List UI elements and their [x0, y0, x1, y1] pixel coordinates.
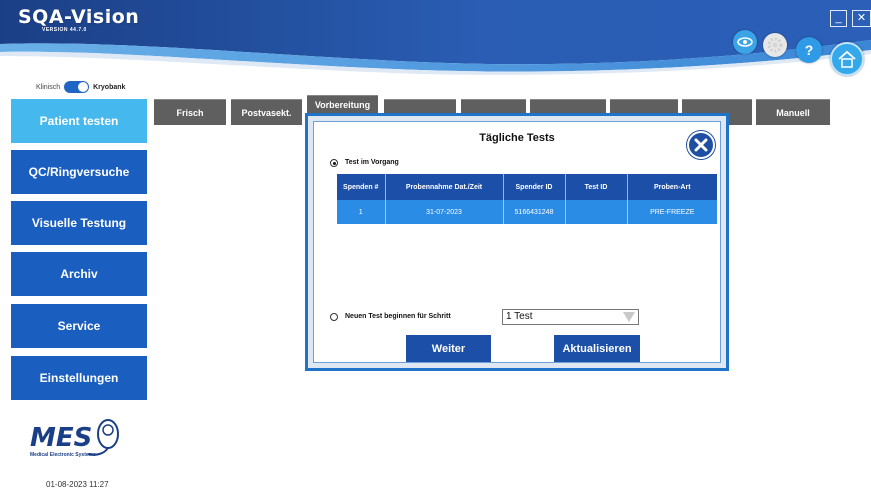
next-button-label: Weiter [431, 343, 466, 355]
table-header[interactable]: Test ID [565, 174, 628, 200]
nav-einstellungen[interactable]: Einstellungen [11, 356, 147, 400]
mode-label-klinisch: Klinisch [36, 83, 61, 91]
logo-lettering: MES [30, 423, 92, 453]
home-button[interactable] [830, 42, 864, 76]
home-icon [838, 50, 856, 68]
nav-visuelle-testung[interactable]: Visuelle Testung [11, 201, 147, 245]
table-cell: 1 [337, 200, 386, 224]
nav-patient-testen[interactable]: Patient testen [11, 99, 147, 143]
next-button[interactable]: Weiter [406, 335, 491, 362]
radio-label-new-test: Neuen Test beginnen für Schritt [345, 313, 451, 320]
switch-knob [78, 82, 89, 92]
daily-tests-dialog: Tägliche Tests Test im Vorgang Spenden #… [305, 113, 729, 371]
header-banner: SQA-Vision VERSION 44.7.0 _ ✕ ? [0, 0, 871, 78]
radio-new-test[interactable] [330, 313, 338, 321]
table-row[interactable]: 1 31-07-2023 5166431248 PRE-FREEZE [337, 200, 717, 224]
app-logo: SQA-Vision [18, 6, 140, 28]
mode-toggle[interactable]: Klinisch Kryobank [36, 81, 125, 93]
nav-label: Visuelle Testung [31, 216, 127, 230]
nav-label: Archiv [60, 267, 98, 281]
help-button[interactable]: ? [796, 37, 822, 63]
logo-company-name: Medical Electronic Systems [30, 452, 96, 458]
help-icon: ? [804, 42, 814, 58]
dialog-close-button[interactable] [687, 131, 715, 159]
refresh-button[interactable]: Aktualisieren [554, 335, 640, 362]
nav-qc-ringversuche[interactable]: QC/Ringversuche [11, 150, 147, 194]
tab-label: Postvasekt. [241, 107, 292, 118]
table-header[interactable]: Probennahme Dat./Zeit [385, 174, 504, 200]
minimize-button[interactable]: _ [830, 10, 847, 27]
mode-label-kryobank: Kryobank [93, 83, 126, 91]
nav-service[interactable]: Service [11, 304, 147, 348]
tab-postvasekt[interactable]: Postvasekt. [231, 99, 302, 125]
app-version: VERSION 44.7.0 [42, 27, 87, 33]
nav-label: Patient testen [39, 114, 119, 128]
mode-switch[interactable] [64, 81, 90, 93]
tab-label: Frisch [176, 107, 204, 118]
tab-label: Vorbereitung [314, 100, 371, 110]
refresh-button-label: Aktualisieren [562, 343, 632, 355]
table-header[interactable]: Spender ID [503, 174, 566, 200]
table-cell: 31-07-2023 [385, 200, 504, 224]
eye-button[interactable] [733, 30, 757, 54]
table-header[interactable]: Spenden # [337, 174, 386, 200]
table-header-row: Spenden # Probennahme Dat./Zeit Spender … [337, 174, 717, 200]
close-icon [694, 138, 708, 152]
eye-icon [737, 37, 753, 47]
nav-archiv[interactable]: Archiv [11, 252, 147, 296]
chevron-down-icon [623, 312, 635, 322]
tests-table: Spenden # Probennahme Dat./Zeit Spender … [337, 174, 717, 224]
company-logo: MES Medical Electronic Systems [26, 412, 126, 462]
nav-label: Service [57, 319, 101, 333]
gear-icon [767, 37, 783, 53]
nav-label: Einstellungen [39, 371, 119, 385]
settings-button[interactable] [763, 33, 787, 57]
mes-logo-graphic: MES Medical Electronic Systems [30, 419, 119, 458]
radio-test-in-progress[interactable] [330, 159, 338, 167]
minimize-icon: _ [835, 12, 842, 24]
dialog-body: Tägliche Tests Test im Vorgang Spenden #… [313, 121, 721, 363]
step-select-value: 1 Test [506, 311, 533, 322]
table-cell: PRE-FREEZE [627, 200, 717, 224]
table-cell [565, 200, 628, 224]
datetime: 01-08-2023 11:27 [46, 480, 109, 489]
close-window-button[interactable]: ✕ [852, 10, 871, 27]
tab-manuell[interactable]: Manuell [756, 99, 830, 125]
nav-label: QC/Ringversuche [28, 165, 130, 179]
close-icon: ✕ [856, 12, 867, 24]
radio-label-test-in-progress: Test im Vorgang [345, 159, 399, 166]
tab-label: Manuell [776, 107, 810, 118]
table-header[interactable]: Proben-Art [627, 174, 717, 200]
table-cell: 5166431248 [503, 200, 566, 224]
dialog-title: Tägliche Tests [479, 132, 555, 144]
step-select[interactable]: 1 Test [502, 309, 639, 325]
tab-frisch[interactable]: Frisch [154, 99, 226, 125]
